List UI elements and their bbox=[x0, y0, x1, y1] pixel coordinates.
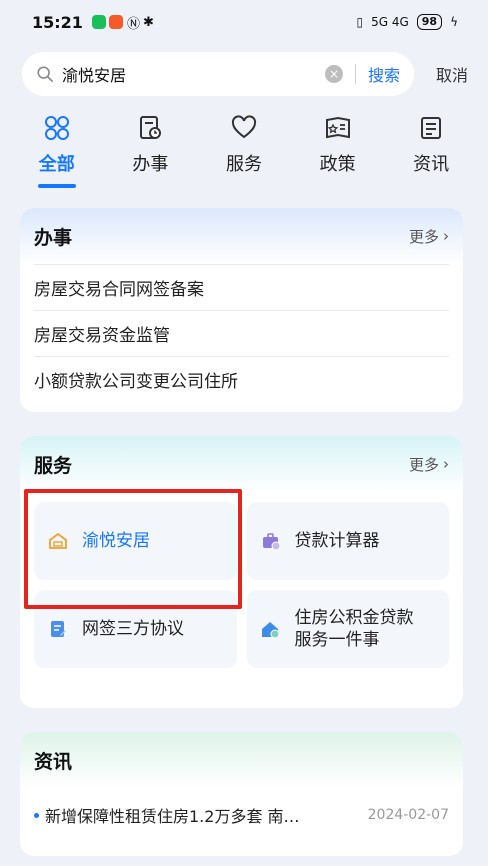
grid-icon bbox=[44, 116, 69, 140]
news-icon bbox=[421, 117, 442, 139]
battery-indicator: 98 bbox=[416, 14, 443, 30]
bullet-icon bbox=[34, 812, 39, 818]
search-button[interactable]: 搜索 bbox=[368, 62, 400, 86]
tab-label: 服务 bbox=[225, 154, 262, 175]
nfc-icon: Ⓝ bbox=[126, 16, 140, 32]
status-time: 15:21 bbox=[32, 12, 83, 32]
service-label-line1: 住房公积金贷款 bbox=[294, 608, 414, 628]
service-label: 网签三方协议 bbox=[82, 619, 184, 639]
service-label: 贷款计算器 bbox=[294, 531, 380, 551]
news-card: 资讯 新增保障性租赁住房1.2万多套 南… 2024-02-07 bbox=[20, 732, 463, 856]
charging-icon: ϟ bbox=[450, 15, 458, 29]
service-tile-loan-calculator[interactable]: 贷款计算器 bbox=[246, 502, 449, 580]
tab-news[interactable]: 资讯 bbox=[391, 108, 471, 190]
status-bar: 15:21 Ⓝ ✱ ▯ 5G 4G 98 ϟ bbox=[0, 0, 488, 44]
services-grid: 渝悦安居 贷款计算器 网签三方协议 住房公积金贷款 服务一件事 bbox=[20, 492, 463, 682]
list-item[interactable]: 房屋交易合同网签备案 bbox=[34, 264, 449, 310]
tab-active-indicator bbox=[37, 184, 76, 188]
service-label-line2: 服务一件事 bbox=[294, 630, 380, 650]
list-item[interactable]: 房屋交易资金监管 bbox=[34, 310, 449, 356]
search-divider bbox=[354, 64, 356, 84]
app-notification-icon bbox=[108, 15, 123, 29]
news-title: 资讯 bbox=[34, 750, 73, 773]
home-fund-icon bbox=[261, 622, 279, 639]
more-label: 更多 bbox=[408, 227, 439, 246]
signal-icon: 5G 4G bbox=[371, 15, 409, 29]
affairs-title: 办事 bbox=[34, 226, 73, 249]
tab-services[interactable]: 服务 bbox=[204, 108, 284, 190]
search-box[interactable]: 渝悦安居 × 搜索 bbox=[22, 52, 414, 96]
news-item-title: 新增保障性租赁住房1.2万多套 南… bbox=[45, 807, 300, 826]
clear-icon[interactable]: × bbox=[324, 65, 343, 83]
search-input[interactable]: 渝悦安居 bbox=[62, 62, 325, 86]
services-title: 服务 bbox=[34, 454, 73, 477]
service-tile-yuyue-anju[interactable]: 渝悦安居 bbox=[34, 502, 237, 580]
tab-label: 办事 bbox=[132, 154, 169, 175]
bluetooth-icon: ✱ bbox=[142, 14, 154, 30]
vibrate-icon: ▯ bbox=[356, 15, 364, 29]
affairs-card: 办事 更多 › 房屋交易合同网签备案 房屋交易资金监管 小额贷款公司变更公司住所 bbox=[20, 208, 463, 412]
house-icon bbox=[49, 532, 67, 549]
search-row: 渝悦安居 × 搜索 取消 bbox=[22, 52, 468, 96]
tab-label: 政策 bbox=[319, 154, 356, 175]
service-tile-tripartite-agreement[interactable]: 网签三方协议 bbox=[34, 590, 237, 668]
clock-document-icon bbox=[140, 116, 162, 139]
affairs-header: 办事 更多 › bbox=[20, 208, 463, 264]
tab-label: 全部 bbox=[38, 154, 75, 175]
tab-affairs[interactable]: 办事 bbox=[110, 108, 190, 190]
list-item-label: 房屋交易合同网签备案 bbox=[34, 280, 204, 300]
news-item-date: 2024-02-07 bbox=[367, 807, 449, 823]
heart-icon bbox=[231, 115, 256, 139]
list-item-label: 小额贷款公司变更公司住所 bbox=[34, 372, 238, 392]
wechat-icon bbox=[91, 15, 106, 29]
affairs-more-link[interactable]: 更多 › bbox=[409, 226, 449, 247]
cancel-button[interactable]: 取消 bbox=[436, 62, 468, 86]
news-item[interactable]: 新增保障性租赁住房1.2万多套 南… 2024-02-07 bbox=[20, 788, 463, 842]
service-tile-housing-fund-loan[interactable]: 住房公积金贷款 服务一件事 bbox=[246, 590, 449, 668]
search-icon bbox=[37, 66, 54, 83]
more-label: 更多 bbox=[408, 455, 439, 474]
chevron-right-icon: › bbox=[443, 455, 449, 473]
list-item-label: 房屋交易资金监管 bbox=[34, 326, 170, 346]
services-header: 服务 更多 › bbox=[20, 436, 463, 492]
services-card: 服务 更多 › 渝悦安居 贷款计算器 网签三方协议 住房公积金贷款 服务一件事 bbox=[20, 436, 463, 708]
service-label: 渝悦安居 bbox=[82, 531, 150, 551]
tab-policy[interactable]: 政策 bbox=[298, 108, 378, 190]
category-tabs: 全部 办事 服务 政策 资讯 bbox=[0, 108, 488, 190]
list-item[interactable]: 小额贷款公司变更公司住所 bbox=[34, 356, 449, 402]
service-label: 住房公积金贷款 服务一件事 bbox=[295, 607, 414, 651]
services-more-link[interactable]: 更多 › bbox=[409, 454, 449, 475]
document-edit-icon bbox=[51, 621, 66, 637]
chevron-right-icon: › bbox=[443, 227, 449, 245]
policy-icon bbox=[325, 116, 350, 139]
tab-label: 资讯 bbox=[413, 154, 450, 175]
briefcase-icon bbox=[262, 533, 280, 551]
news-header: 资讯 bbox=[20, 732, 463, 788]
tab-all[interactable]: 全部 bbox=[17, 108, 97, 190]
